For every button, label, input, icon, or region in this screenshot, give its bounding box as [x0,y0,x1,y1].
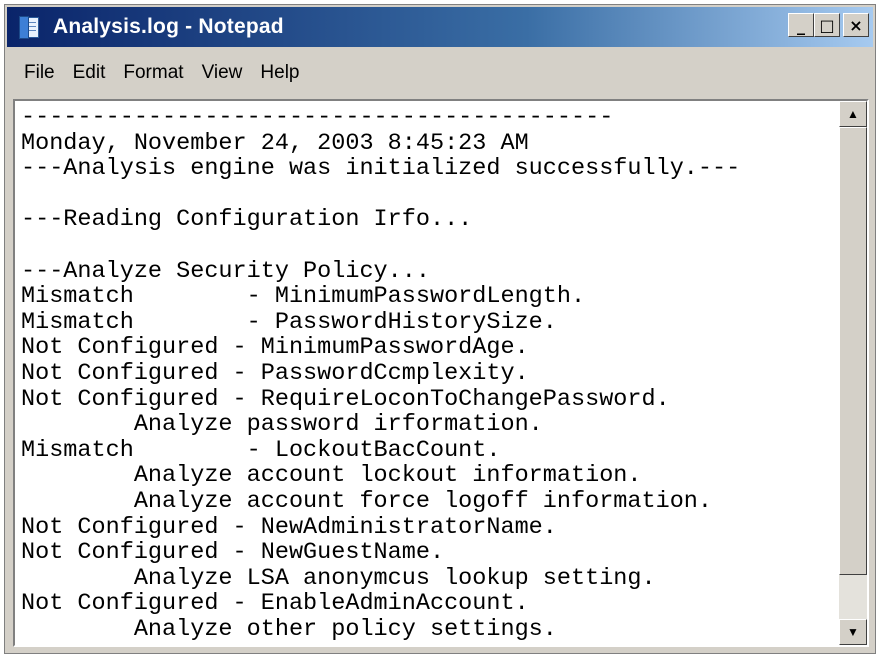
log-line: ----------------------------------------… [21,104,614,131]
log-line: Analyze account force logoff information… [21,487,713,515]
scroll-thumb[interactable] [839,127,867,575]
log-line: Not Configured - NewGuestName. [21,539,445,567]
scroll-down-arrow-icon: ▼ [847,625,859,639]
window-title: Analysis.log - Notepad [53,15,284,38]
log-line: Analyze other policy settings. [21,615,557,643]
menu-edit[interactable]: Edit [64,62,115,84]
log-line: Not Configured - NewAdministratorName. [21,513,557,541]
log-line: Analyze LSA anonymcus lookup setting. [21,564,656,592]
notepad-icon [19,16,43,39]
scroll-up-arrow-icon: ▲ [847,107,859,121]
minimize-icon: _ [797,15,805,35]
log-line: ---Reading Configuration Irfo... [21,206,473,234]
log-line: ---Analysis engine was initialized succe… [21,155,741,183]
log-line: Mismatch - PasswordHistorySize. [21,308,557,336]
log-line: Not Configured - MinimumPasswordAge. [21,334,529,362]
menu-bar: File Edit Format View Help [7,51,873,95]
scroll-down-button[interactable]: ▼ [839,619,867,645]
title-bar[interactable]: Analysis.log - Notepad _ □ × [7,7,873,47]
maximize-icon: □ [819,15,835,35]
close-button[interactable]: × [843,13,869,37]
notepad-window: Analysis.log - Notepad _ □ × File Edit F… [4,4,876,654]
log-line: Analyze password irformation. [21,411,543,439]
menu-view[interactable]: View [193,62,252,84]
text-editor[interactable]: ----------------------------------------… [13,99,869,647]
log-text[interactable]: ----------------------------------------… [15,101,839,642]
menu-file[interactable]: File [15,62,64,84]
menu-help[interactable]: Help [251,62,308,84]
window-controls: _ □ × [788,13,869,37]
log-line: Mismatch - MinimumPasswordLength. [21,283,586,311]
log-line: Not Configured - EnableAdminAccount. [21,590,529,618]
log-line: Not Configured - PasswordCcmplexity. [21,359,529,387]
log-line: Mismatch - LockoutBacCount. [21,436,501,464]
menu-format[interactable]: Format [114,62,192,84]
maximize-button[interactable]: □ [814,13,840,37]
log-line: Monday, November 24, 2003 8:45:23 AM [21,129,529,157]
log-line: Not Configured - RequireLoconToChangePas… [21,385,670,413]
close-icon: × [849,15,863,35]
scroll-up-button[interactable]: ▲ [839,101,867,127]
log-line: Analyze account lockout information. [21,462,642,490]
vertical-scrollbar[interactable]: ▲ ▼ [839,101,867,645]
log-line: ---Analyze Security Policy... [21,257,430,285]
editor-content[interactable]: ----------------------------------------… [15,101,839,645]
minimize-button[interactable]: _ [788,13,814,37]
